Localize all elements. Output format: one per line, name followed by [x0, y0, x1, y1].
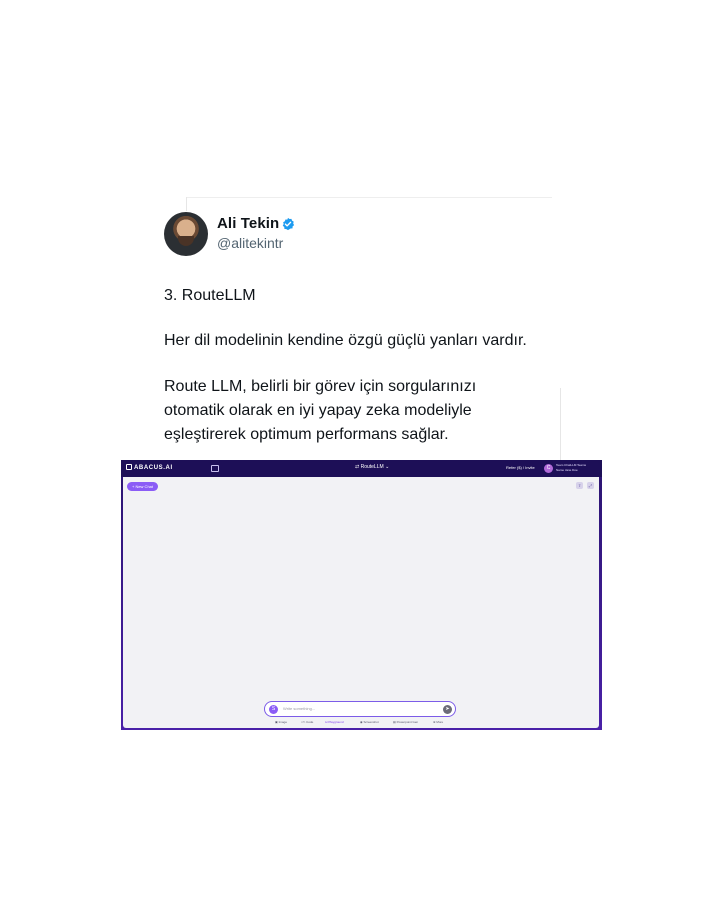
tweet-heading: 3. RouteLLM [164, 287, 256, 304]
author-handle[interactable]: @alitekintr [217, 235, 283, 251]
user-name: Name Jane Doe [556, 468, 578, 472]
author-avatar[interactable] [164, 212, 208, 256]
tool-code[interactable]: </> Code [301, 720, 313, 724]
chat-canvas: + New Chat ⇪ ⤢ S Write something... ➤ ▣ … [123, 477, 599, 728]
brand-logo[interactable]: ABACUS.AI [126, 464, 173, 471]
new-chat-button[interactable]: + New Chat [127, 482, 159, 491]
brand-name: ABACUS.AI [134, 465, 173, 471]
tool-more[interactable]: ⊕ More [433, 720, 443, 724]
abacus-logo-icon [126, 464, 132, 470]
frame-left-line [186, 197, 187, 211]
tool-playground-label: Playground [328, 720, 344, 724]
tweet-paragraph-1: Her dil modelinin kendine özgü güçlü yan… [164, 332, 527, 349]
share-icon[interactable]: ⇪ [576, 482, 583, 489]
model-selector[interactable]: ⇄ RouteLLM ⌄ [355, 464, 389, 470]
tool-screenshot-label: Screenshot [363, 720, 379, 724]
tool-image-label: Image [278, 720, 288, 724]
tool-powerpoint[interactable]: ▤ Powerpoint Gen [393, 720, 418, 724]
user-avatar[interactable]: C [544, 464, 553, 473]
author-name[interactable]: Ali Tekin [217, 215, 279, 232]
embedded-app-screenshot[interactable]: ABACUS.AI ⇄ RouteLLM ⌄ Refer ($) / Invit… [121, 460, 602, 730]
tweet-paragraph-2-line-1: Route LLM, belirli bir görev için sorgul… [164, 378, 477, 395]
send-button[interactable]: ➤ [443, 705, 452, 714]
tool-code-label: Code [306, 720, 314, 724]
tool-playground[interactable]: ⊡ Playground [325, 720, 344, 724]
input-avatar: S [269, 705, 278, 714]
chat-input-placeholder[interactable]: Write something... [283, 706, 315, 711]
chat-input-box[interactable]: S Write something... ➤ [264, 701, 456, 717]
model-selector-label: RouteLLM [360, 464, 384, 470]
tool-screenshot[interactable]: ◉ Screenshot [360, 720, 379, 724]
verified-badge-icon [282, 217, 295, 231]
frame-right-line [560, 388, 561, 460]
expand-icon[interactable]: ⤢ [587, 482, 594, 489]
tool-more-label: More [436, 720, 444, 724]
refer-invite-link[interactable]: Refer ($) / Invite [506, 465, 535, 470]
tool-powerpoint-label: Powerpoint Gen [396, 720, 419, 724]
frame-top-line [186, 197, 552, 198]
app-header: ABACUS.AI ⇄ RouteLLM ⌄ Refer ($) / Invit… [121, 460, 602, 477]
tool-image[interactable]: ▣ Image [275, 720, 287, 724]
tweet-paragraph-2-line-2: otomatik olarak en iyi yapay zeka modeli… [164, 402, 472, 419]
tweet-paragraph-2-line-3: eşleştirerek optimum performans sağlar. [164, 426, 449, 443]
user-info: Team ChatLLM Teams Name Jane Doe [556, 463, 586, 473]
chevron-down-icon: ⌄ [385, 464, 390, 470]
sidebar-toggle-icon[interactable] [211, 465, 219, 472]
